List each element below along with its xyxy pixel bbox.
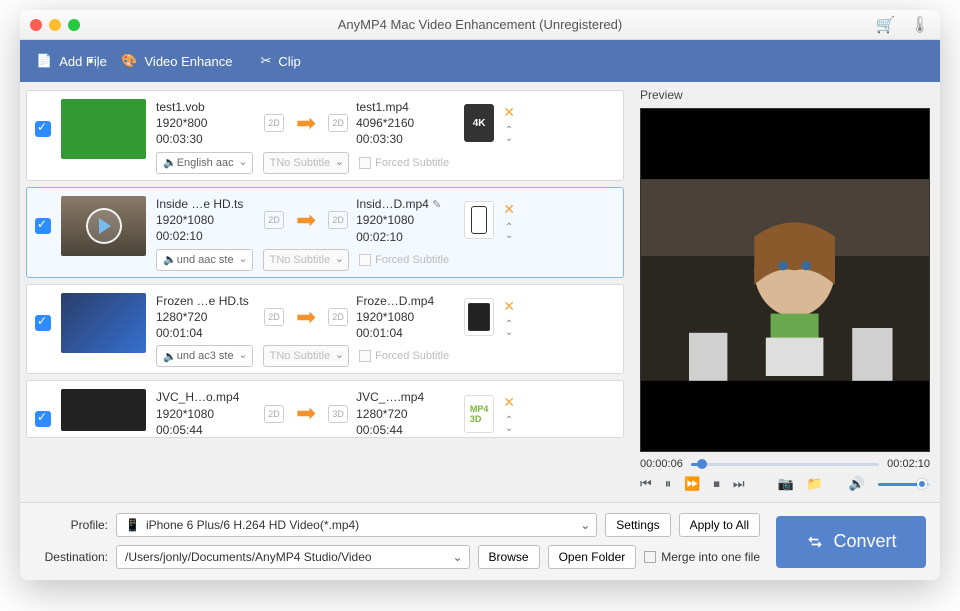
device-icon[interactable] [464,201,494,239]
source-info: JVC_H…o.mp41920*108000:05:44 [156,389,256,438]
destination-label: Destination: [34,550,108,564]
add-file-label: Add File [59,54,107,69]
titlebar: AnyMP4 Mac Video Enhancement (Unregister… [20,10,940,40]
thumbnail[interactable] [61,196,146,256]
arrow-icon: ➡ [296,109,316,138]
open-folder-icon[interactable]: 📁 [807,476,823,492]
open-folder-button[interactable]: Open Folder [548,545,637,569]
apply-all-button[interactable]: Apply to All [679,513,760,537]
fast-forward-icon[interactable]: ⏩ [684,476,700,492]
destination-input[interactable]: /Users/jonly/Documents/AnyMP4 Studio/Vid… [116,545,470,569]
preview-label: Preview [640,88,930,102]
source-info: Frozen …e HD.ts1280*72000:01:04 [156,293,256,342]
subtitle-select[interactable]: T No Subtitle [263,249,350,271]
reorder-icon[interactable]: ⌃⌄ [505,127,513,143]
player-controls: ⏮ ⏸ ⏩ ⏹ ⏭ 📷 📁 🔊 [640,476,930,492]
time-current: 00:00:06 [640,458,683,470]
file-list: test1.vob1920*80000:03:30 2D ➡ 2D test1.… [20,82,630,502]
forced-subtitle-checkbox[interactable]: Forced Subtitle [359,350,449,362]
audio-select[interactable]: 🔈 English aac [156,152,253,174]
checkbox[interactable] [35,121,51,137]
palette-icon: 🎨 [121,53,137,69]
source-info: test1.vob1920*80000:03:30 [156,99,256,148]
file-card[interactable]: Inside …e HD.ts1920*108000:02:10 2D ➡ 2D… [26,187,624,278]
badge-2d: 2D [264,308,284,326]
prev-icon[interactable]: ⏮ [640,476,652,492]
main-toolbar: 📄 Add File |▾ 🎨 Video Enhance ✂ Clip [20,40,940,82]
preview-screen[interactable] [640,108,930,452]
remove-icon[interactable]: ✕ [503,394,515,411]
merge-checkbox[interactable]: Merge into one file [644,550,760,564]
reorder-icon[interactable]: ⌃⌄ [505,224,513,240]
arrow-icon: ➡ [296,303,316,332]
edit-icon[interactable]: ✎ [432,199,441,211]
file-card[interactable]: Frozen …e HD.ts1280*72000:01:04 2D ➡ 2D … [26,284,624,375]
video-enhance-button[interactable]: 🎨 Video Enhance [121,53,232,69]
seek-slider[interactable] [691,463,879,466]
forced-subtitle-checkbox[interactable]: Forced Subtitle [359,254,449,266]
file-card[interactable]: JVC_H…o.mp41920*108000:05:44 2D ➡ 3D JVC… [26,380,624,438]
time-bar: 00:00:06 00:02:10 [640,458,930,470]
next-icon[interactable]: ⏭ [733,476,745,492]
pause-icon[interactable]: ⏸ [665,476,672,492]
remove-icon[interactable]: ✕ [503,201,515,218]
window-title: AnyMP4 Mac Video Enhancement (Unregister… [20,17,940,32]
device-icon[interactable]: 4K [464,104,494,142]
badge-2d: 2D [264,405,284,423]
profile-select[interactable]: 📱iPhone 6 Plus/6 H.264 HD Video(*.mp4) [116,513,597,537]
subtitle-select[interactable]: T No Subtitle [263,152,350,174]
bottom-bar: Profile: 📱iPhone 6 Plus/6 H.264 HD Video… [20,502,940,580]
checkbox[interactable] [35,411,51,427]
arrow-icon: ➡ [296,206,316,235]
add-file-button[interactable]: 📄 Add File |▾ [36,53,93,69]
file-card[interactable]: test1.vob1920*80000:03:30 2D ➡ 2D test1.… [26,90,624,181]
dest-info: Froze…D.mp41920*108000:01:04 [356,293,456,342]
audio-select[interactable]: 🔈 und ac3 ste [156,345,253,367]
convert-label: Convert [833,531,896,552]
checkbox[interactable] [35,315,51,331]
forced-subtitle-checkbox[interactable]: Forced Subtitle [359,157,449,169]
settings-button[interactable]: Settings [605,513,670,537]
dest-info: test1.mp44096*216000:03:30 [356,99,456,148]
badge-2d: 2D [328,308,348,326]
device-icon[interactable]: MP43D [464,395,494,433]
app-window: AnyMP4 Mac Video Enhancement (Unregister… [20,10,940,580]
thumbnail[interactable] [61,293,146,353]
stop-icon[interactable]: ⏹ [713,476,720,492]
remove-icon[interactable]: ✕ [503,298,515,315]
audio-select[interactable]: 🔈 und aac ste [156,249,253,271]
profile-label: Profile: [34,518,108,532]
enhance-label: Video Enhance [145,54,233,69]
reorder-icon[interactable]: ⌃⌄ [505,321,513,337]
badge-2d: 2D [264,211,284,229]
source-info: Inside …e HD.ts1920*108000:02:10 [156,196,256,245]
add-file-icon: 📄 [36,53,52,69]
badge-2d: 2D [328,211,348,229]
dest-info: JVC_….mp41280*72000:05:44 [356,389,456,438]
convert-button[interactable]: Convert [776,516,926,568]
thumbnail[interactable] [61,99,146,159]
thumbnail[interactable] [61,389,146,431]
time-total: 00:02:10 [887,458,930,470]
preview-panel: Preview 00:00:06 00:02:10 [630,82,940,502]
clip-label: Clip [278,54,300,69]
volume-icon[interactable]: 🔊 [849,476,865,492]
subtitle-select[interactable]: T No Subtitle [263,345,350,367]
volume-slider[interactable] [878,483,930,486]
arrow-icon: ➡ [296,399,316,428]
remove-icon[interactable]: ✕ [503,104,515,121]
checkbox[interactable] [35,218,51,234]
device-icon[interactable] [464,298,494,336]
badge-3d: 3D [328,405,348,423]
badge-2d: 2D [328,114,348,132]
snapshot-icon[interactable]: 📷 [778,476,794,492]
clip-button[interactable]: ✂ Clip [260,53,300,69]
reorder-icon[interactable]: ⌃⌄ [505,417,513,433]
browse-button[interactable]: Browse [478,545,540,569]
badge-2d: 2D [264,114,284,132]
dest-info: Insid…D.mp4 ✎1920*108000:02:10 [356,196,456,245]
scissors-icon: ✂ [260,53,271,69]
